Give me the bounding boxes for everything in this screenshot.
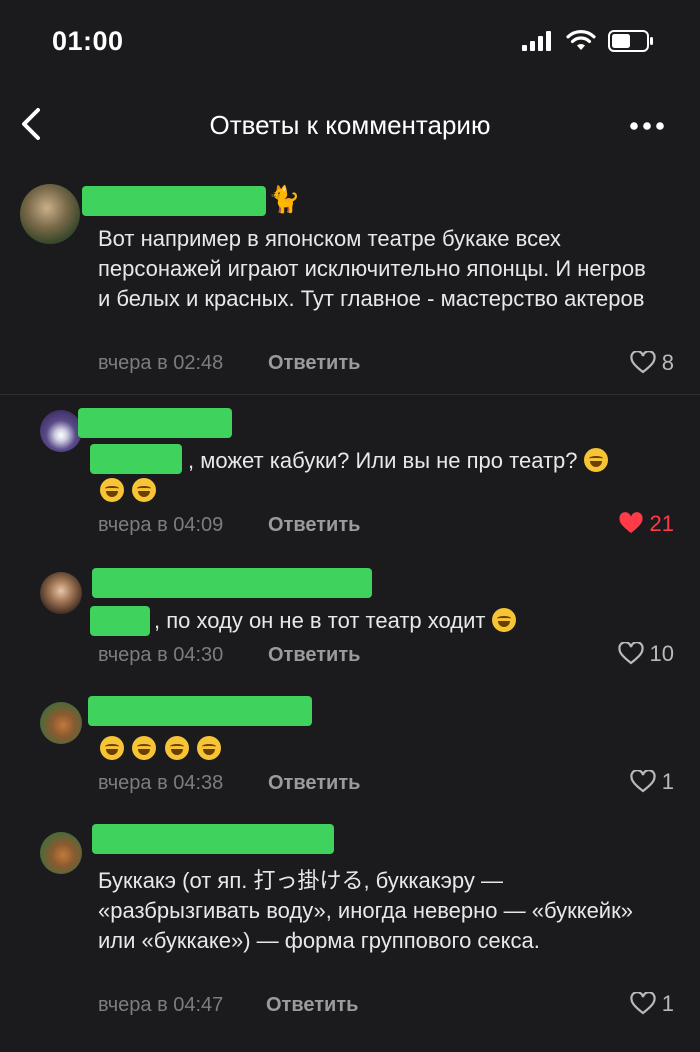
comment-text: Вот например в японском театре букаке вс…	[98, 226, 646, 311]
rofl-emoji	[100, 736, 124, 760]
like-count: 10	[649, 641, 674, 666]
heart-icon	[630, 992, 656, 1015]
reply-button[interactable]: Ответить	[268, 514, 360, 537]
comment-text: , может кабуки? Или вы не про театр?	[188, 446, 668, 476]
status-time: 01:00	[52, 26, 124, 56]
more-button[interactable]	[626, 108, 670, 144]
avatar[interactable]	[40, 572, 82, 614]
nav-bar: Ответы к комментарию	[0, 94, 700, 158]
comment-text: , по ходу он не в тот театр ходит	[154, 606, 654, 636]
like-button[interactable]: 8	[630, 350, 674, 376]
reply-comment: , может кабуки? Или вы не про театр? вче…	[0, 404, 700, 554]
comment-time: вчера в 04:30	[98, 644, 224, 666]
avatar[interactable]	[20, 184, 80, 244]
like-button[interactable]: 21	[618, 511, 674, 537]
username-censored[interactable]	[78, 408, 232, 438]
emoji-row	[100, 478, 160, 503]
grinning-emoji	[100, 478, 124, 502]
reply-button[interactable]: Ответить	[268, 772, 360, 795]
heart-filled-icon	[618, 512, 643, 533]
heart-icon	[630, 770, 656, 793]
reply-button[interactable]: Ответить	[268, 352, 360, 375]
avatar[interactable]	[40, 832, 82, 874]
like-count: 1	[661, 769, 674, 794]
grinning-emoji	[132, 478, 157, 502]
like-button[interactable]: 1	[630, 769, 674, 795]
like-button[interactable]: 10	[617, 641, 674, 667]
username-censored[interactable]	[82, 186, 266, 216]
comment-time: вчера в 04:47	[98, 994, 224, 1016]
avatar[interactable]	[40, 702, 82, 744]
status-bar: 01:00	[0, 0, 700, 90]
rofl-emoji	[197, 736, 222, 760]
username-censored[interactable]	[88, 696, 312, 726]
comment-root: 🐈 Вот например в японском театре букаке …	[0, 180, 700, 394]
page-title: Ответы к комментарию	[209, 110, 491, 140]
comment-time: вчера в 02:48	[98, 352, 224, 374]
reply-button[interactable]: Ответить	[268, 644, 360, 667]
more-icon	[630, 122, 664, 130]
grinning-emoji	[583, 448, 608, 472]
emoji-row	[100, 736, 225, 761]
comment-time: вчера в 04:38	[98, 772, 224, 794]
mention-censored[interactable]	[90, 606, 150, 636]
like-count: 8	[661, 350, 674, 375]
signal-icon	[522, 31, 551, 51]
reply-comment: Буккакэ (от яп. 打っ掛ける, буккакэру — «разб…	[0, 822, 700, 1032]
reply-comment: , по ходу он не в тот театр ходит вчера …	[0, 564, 700, 686]
rofl-emoji	[164, 736, 189, 760]
heart-icon	[617, 642, 644, 665]
like-button[interactable]: 1	[630, 991, 674, 1017]
reply-comment: вчера в 04:38 Ответить 1	[0, 692, 700, 814]
rofl-emoji	[132, 736, 157, 760]
like-count: 21	[649, 511, 674, 536]
username-emoji: 🐈	[268, 184, 301, 214]
battery-icon	[608, 30, 653, 52]
comment-time: вчера в 04:09	[98, 514, 224, 536]
username-censored[interactable]	[92, 568, 372, 598]
comment-text: Буккакэ (от яп. 打っ掛ける, буккакэру — «разб…	[98, 868, 633, 953]
like-count: 1	[661, 991, 674, 1016]
divider	[0, 394, 700, 395]
status-icons	[522, 30, 654, 52]
mention-censored[interactable]	[90, 444, 182, 474]
heart-icon	[630, 351, 656, 374]
username-censored[interactable]	[92, 824, 334, 854]
reply-button[interactable]: Ответить	[266, 994, 358, 1017]
wifi-icon	[566, 30, 596, 50]
avatar[interactable]	[40, 410, 82, 452]
laughing-emoji	[491, 608, 516, 632]
